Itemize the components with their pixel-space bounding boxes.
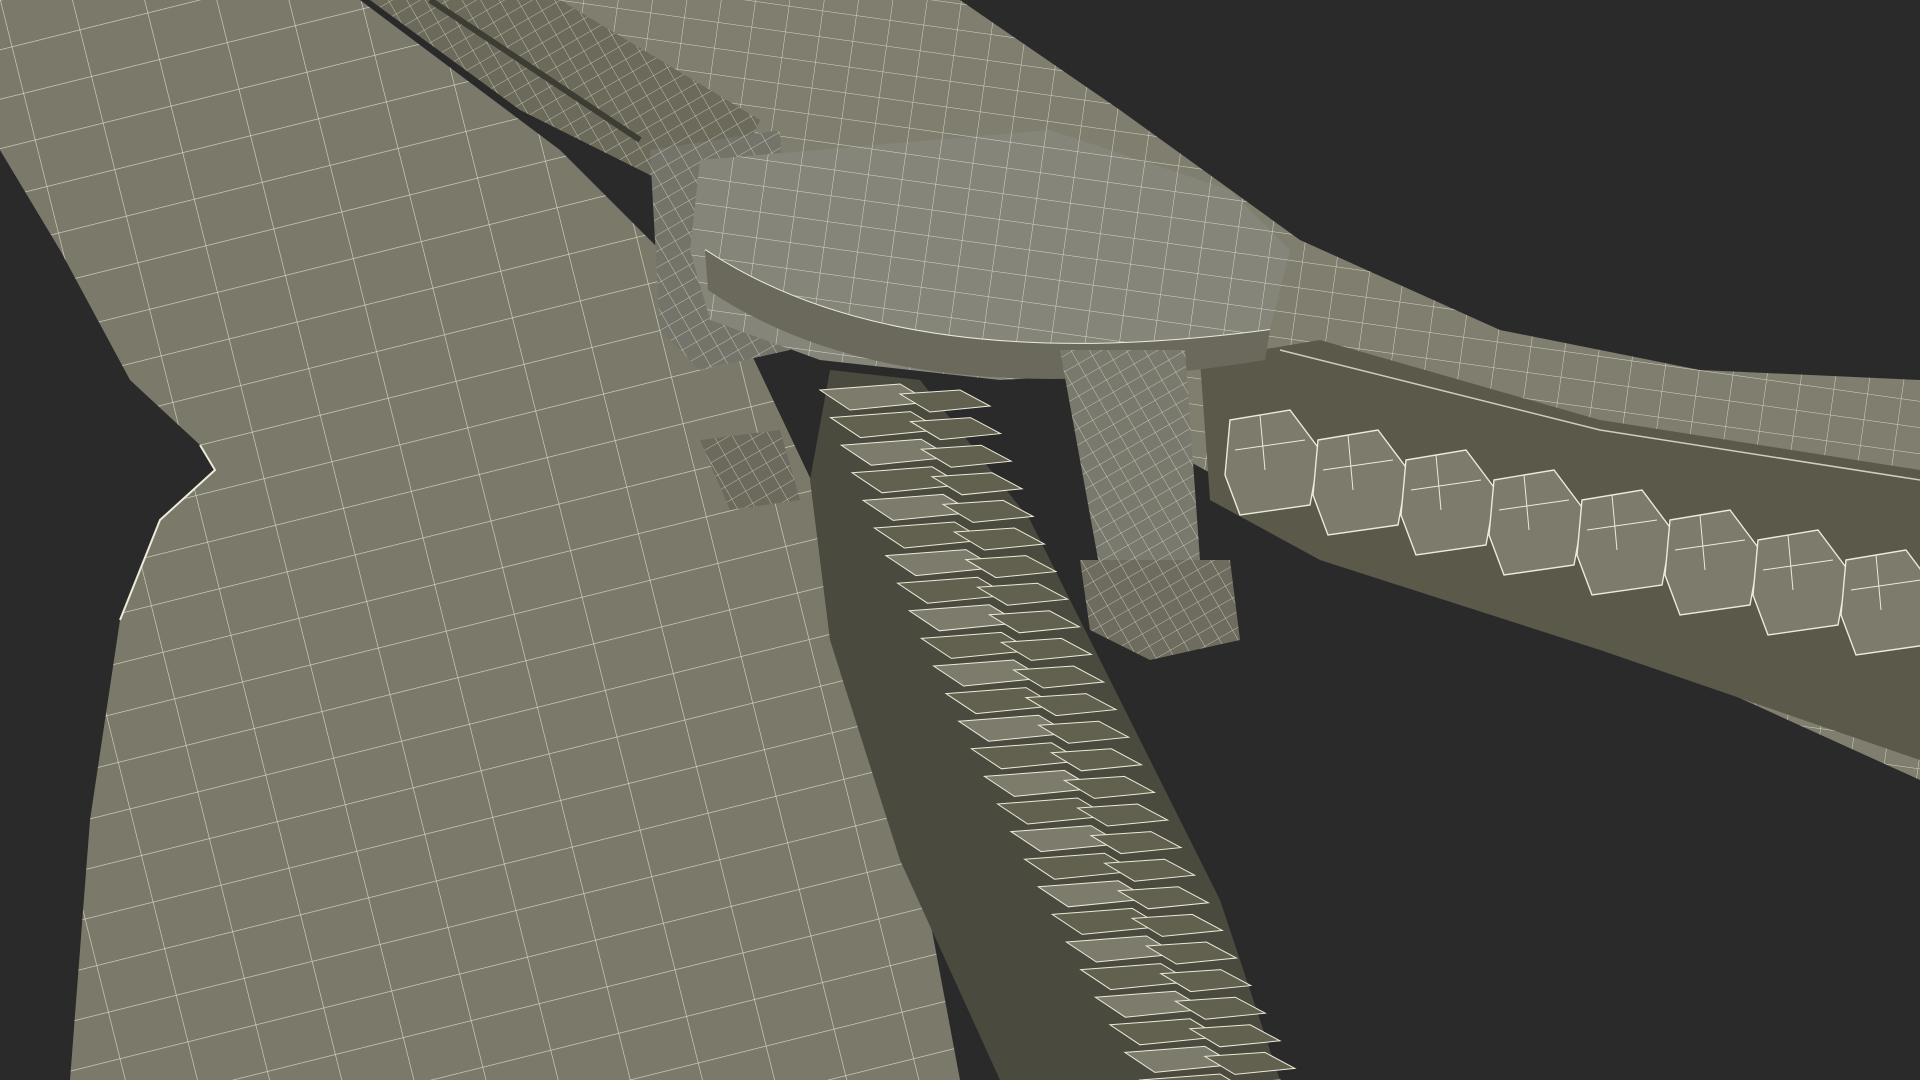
zipper-tooth — [1840, 549, 1920, 656]
zipper-wireframe-render — [0, 0, 1920, 1080]
